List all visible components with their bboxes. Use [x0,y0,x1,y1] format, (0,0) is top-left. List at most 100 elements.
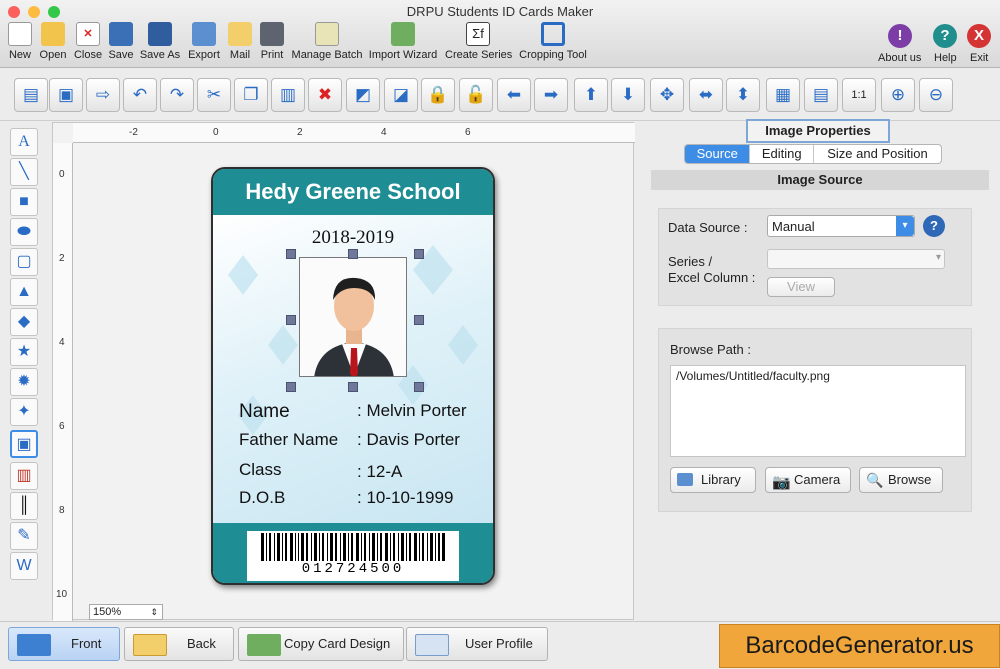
properties-icon[interactable]: ▤ [14,78,48,112]
bring-forward-icon[interactable]: ◩ [346,78,380,112]
copy-card-design-button[interactable]: Copy Card Design [238,627,404,661]
browse-button[interactable]: 🔍 Browse [859,467,943,493]
import-wizard-icon [391,22,415,46]
line-tool-icon[interactable]: ╲ [10,158,38,186]
zoom-in-icon[interactable]: ⊕ [881,78,915,112]
field-label-name[interactable]: Name [239,401,290,423]
tab-size-and-position[interactable]: Size and Position [814,145,941,163]
help-icon[interactable]: ? [933,24,957,48]
student-photo[interactable] [299,257,407,377]
resize-handle[interactable] [348,249,358,259]
arrow-up-icon[interactable]: ⬆ [574,78,608,112]
save-as-button[interactable]: Save As [139,22,181,61]
resize-handle[interactable] [348,382,358,392]
delete-icon[interactable]: ✖ [308,78,342,112]
field-label-father-name[interactable]: Father Name [239,430,338,450]
field-label-class[interactable]: Class [239,460,282,480]
zoom-out-icon[interactable]: ⊖ [919,78,953,112]
camera-button[interactable]: 📷 Camera [765,467,851,493]
arrow-right-icon[interactable]: ➡ [534,78,568,112]
text-tool-icon[interactable]: A [10,128,38,156]
new-button[interactable]: New [6,22,34,61]
cut-icon[interactable]: ✂ [197,78,231,112]
exit-icon[interactable]: X [967,24,991,48]
rounded-rectangle-tool-icon[interactable]: ▢ [10,248,38,276]
id-card[interactable]: Hedy Greene School 2018-2019 Name: Melv… [211,167,495,585]
resize-handle[interactable] [286,382,296,392]
star-tool-icon[interactable]: ★ [10,338,38,366]
library-tool-icon[interactable]: ▥ [10,462,38,490]
user-profile-button[interactable]: User Profile [406,627,548,661]
series-select[interactable]: ▾ [767,249,945,269]
redo-icon[interactable]: ↷ [160,78,194,112]
exit-label[interactable]: Exit [970,52,988,64]
open-button[interactable]: Open [38,22,68,61]
library-button[interactable]: Library [670,467,756,493]
rectangle-tool-icon[interactable]: ■ [10,188,38,216]
undo-icon[interactable]: ↶ [123,78,157,112]
back-button[interactable]: Back [124,627,234,661]
design-canvas[interactable]: -2 0 2 4 6 0 2 4 6 8 10 Hedy Greene Scho… [52,122,635,621]
image-view-icon[interactable]: ▣ [49,78,83,112]
barcode-tool-icon[interactable]: ║ [10,492,38,520]
film-icon[interactable]: ▤ [804,78,838,112]
image-source-group: Data Source : Manual ▾ ? Series / Excel … [658,208,972,306]
field-value-father-name[interactable]: : Davis Porter [357,430,460,450]
actual-size-icon[interactable]: 1:1 [842,78,876,112]
field-value-class[interactable]: : 12-A [357,462,402,482]
field-value-dob[interactable]: : 10-10-1999 [357,488,453,508]
grid-icon[interactable]: ▦ [766,78,800,112]
arrow-left-icon[interactable]: ⬅ [497,78,531,112]
resize-handle[interactable] [286,315,296,325]
watermark-tool-icon[interactable]: W [10,552,38,580]
cross-star-tool-icon[interactable]: ✦ [10,398,38,426]
align-vertical-icon[interactable]: ⬌ [689,78,723,112]
burst-tool-icon[interactable]: ✹ [10,368,38,396]
ellipse-tool-icon[interactable]: ⬬ [10,218,38,246]
center-icon[interactable]: ✥ [650,78,684,112]
help-question-icon[interactable]: ? [923,215,945,237]
about-us-icon[interactable]: ! [888,24,912,48]
export-image-icon[interactable]: ⇨ [86,78,120,112]
tab-editing[interactable]: Editing [750,145,814,163]
front-card-icon [17,634,51,656]
paste-icon[interactable]: ▥ [271,78,305,112]
resize-handle[interactable] [286,249,296,259]
field-label-dob[interactable]: D.O.B [239,488,285,508]
copy-icon[interactable]: ❐ [234,78,268,112]
resize-handle[interactable] [414,249,424,259]
signature-tool-icon[interactable]: ✎ [10,522,38,550]
help-label[interactable]: Help [934,52,957,64]
about-us-label[interactable]: About us [878,52,921,64]
resize-handle[interactable] [414,382,424,392]
create-series-button[interactable]: Σf Create Series [445,22,512,61]
data-source-select[interactable]: Manual ▾ [767,215,915,237]
cropping-tool-button[interactable]: Cropping Tool [518,22,588,61]
resize-handle[interactable] [414,315,424,325]
academic-year[interactable]: 2018-2019 [213,227,493,249]
browse-path-field[interactable]: /Volumes/Untitled/faculty.png [670,365,966,457]
properties-panel: Image Properties Source Editing Size and… [640,119,1000,620]
send-backward-icon[interactable]: ◪ [384,78,418,112]
unlock-icon[interactable]: 🔓 [459,78,493,112]
align-horizontal-icon[interactable]: ⬍ [726,78,760,112]
save-button[interactable]: Save [106,22,136,61]
zoom-select[interactable]: 150% ⇕ [89,604,163,620]
front-button[interactable]: Front [8,627,120,661]
lock-icon[interactable]: 🔒 [421,78,455,112]
close-button[interactable]: ✕ Close [72,22,104,61]
barcode[interactable]: 012724500 [247,531,459,581]
school-name[interactable]: Hedy Greene School [213,169,493,215]
arrow-down-icon[interactable]: ⬇ [611,78,645,112]
print-button[interactable]: Print [258,22,286,61]
diamond-tool-icon[interactable]: ◆ [10,308,38,336]
import-wizard-button[interactable]: Import Wizard [368,22,438,61]
field-value-name[interactable]: : Melvin Porter [357,401,467,421]
export-button[interactable]: Export [186,22,222,61]
image-tool-icon[interactable]: ▣ [10,430,38,458]
mail-button[interactable]: Mail [226,22,254,61]
manage-batch-button[interactable]: Manage Batch [291,22,363,61]
triangle-tool-icon[interactable]: ▲ [10,278,38,306]
tab-source[interactable]: Source [685,145,751,163]
view-button[interactable]: View [767,277,835,297]
